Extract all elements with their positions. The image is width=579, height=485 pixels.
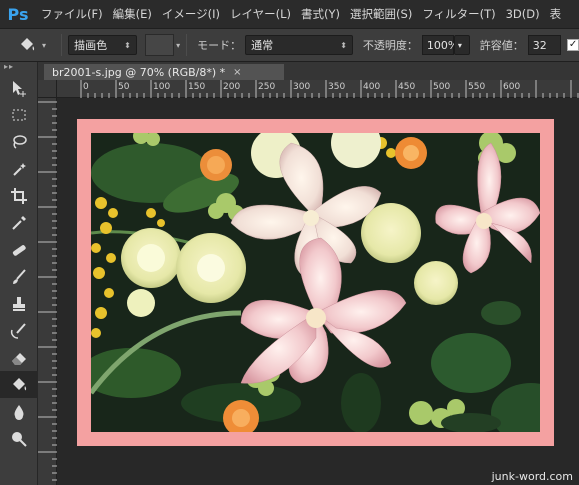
history-brush-tool[interactable] [0,317,38,344]
magic-wand-icon [13,162,26,176]
tool-preset-picker[interactable]: ▾ [18,36,55,54]
menu-3d[interactable]: 3D(D) [501,0,545,28]
blur-tool[interactable] [0,398,38,425]
eyedropper-icon [12,215,26,230]
move-tool[interactable] [0,74,38,101]
healing-tool[interactable] [0,236,38,263]
opacity-slider-toggle[interactable]: ▾ [453,35,470,55]
tolerance-label: 許容値： [479,39,524,52]
vertical-ruler[interactable] [38,98,57,485]
ruler-label: 0 [83,82,89,92]
menu-layer[interactable]: レイヤー(L) [225,0,296,28]
ruler-label: 200 [223,82,241,92]
move-icon [13,80,26,97]
chevron-down-icon: ▾ [457,40,462,50]
pattern-swatch[interactable] [144,34,175,56]
ruler-label: 450 [398,82,416,92]
flower-photo[interactable] [91,133,540,432]
flower-bouquet-image [91,133,540,432]
panel-grip-icon[interactable]: ▸▸ [0,62,37,74]
horizontal-ruler[interactable]: 0 50 100 150 200 250 300 350 400 450 500… [57,80,579,98]
image-border-frame [77,119,554,446]
divider [186,34,188,56]
chevron-down-icon: ▾ [42,40,47,50]
history-brush-icon [10,322,26,339]
blur-icon [14,404,24,420]
document-tab-bar: br2001-s.jpg @ 70% (RGB/8*) * × [38,62,579,80]
ruler-origin[interactable] [38,80,57,98]
eyedropper-tool[interactable] [0,209,38,236]
brush-tool[interactable] [0,263,38,290]
divider [61,34,63,56]
lasso-icon [13,134,27,149]
marquee-tool[interactable] [0,101,38,128]
magic-wand-tool[interactable] [0,155,38,182]
photoshop-window: Ps ファイル(F) 編集(E) イメージ(I) レイヤー(L) 書式(Y) 選… [0,0,579,485]
menu-view[interactable]: 表 [545,0,567,28]
ruler-label: 50 [118,82,130,92]
crop-icon [11,187,27,204]
stamp-tool[interactable] [0,290,38,317]
ps-logo: Ps [7,4,29,24]
tools-panel: ▸▸ [0,62,38,485]
ruler-label: 550 [468,82,486,92]
chevron-down-icon: ⬍ [124,40,131,50]
close-icon[interactable]: × [233,67,241,78]
menu-filter[interactable]: フィルター(T) [417,0,500,28]
opacity-label: 不透明度： [362,39,418,52]
document-tab[interactable]: br2001-s.jpg @ 70% (RGB/8*) * × [44,64,284,80]
menu-bar: Ps ファイル(F) 編集(E) イメージ(I) レイヤー(L) 書式(Y) 選… [0,0,579,28]
healing-icon [12,244,26,256]
ruler-label: 100 [153,82,171,92]
menu-type[interactable]: 書式(Y) [296,0,345,28]
canvas-area[interactable]: junk-word.com [57,98,579,485]
crop-tool[interactable] [0,182,38,209]
lasso-tool[interactable] [0,128,38,155]
paint-bucket-icon [21,38,35,51]
ruler-label: 600 [503,82,521,92]
paint-bucket-tool[interactable] [0,371,38,398]
ruler-label: 300 [293,82,311,92]
options-bar: ▾ 描画色 ⬍ ▾ モード： 通常 ⬍ 不透明度： 100% ▾ 許容値： 32… [0,28,579,62]
dodge-tool[interactable] [0,425,38,452]
chevron-down-icon: ⬍ [340,40,347,50]
mode-label: モード： [197,39,242,52]
paint-bucket-icon [13,377,27,390]
menu-file[interactable]: ファイル(F) [36,0,108,28]
chevron-down-icon[interactable]: ▾ [176,41,180,50]
antialias-checkbox[interactable]: ✓ [567,39,579,51]
fill-source-value: 描画色 [74,39,108,52]
ruler-ticks [38,101,57,481]
menu-select[interactable]: 選択範囲(S) [345,0,417,28]
stamp-icon [13,296,25,311]
brush-icon [13,268,26,284]
tolerance-field[interactable]: 32 [527,35,562,55]
ruler-label: 350 [328,82,346,92]
eraser-icon [12,352,26,365]
ruler-label: 250 [258,82,276,92]
ruler-label: 500 [433,82,451,92]
ruler-ticks [80,80,579,98]
document-tab-title: br2001-s.jpg @ 70% (RGB/8*) * [52,65,226,79]
dodge-icon [12,431,27,447]
marquee-icon [12,109,26,120]
menu-image[interactable]: イメージ(I) [157,0,225,28]
menu-edit[interactable]: 編集(E) [108,0,157,28]
eraser-tool[interactable] [0,344,38,371]
fill-source-select[interactable]: 描画色 ⬍ [68,35,137,55]
ruler-label: 400 [363,82,381,92]
watermark-text: junk-word.com [491,470,573,483]
mode-select[interactable]: 通常 ⬍ [245,35,353,55]
opacity-field[interactable]: 100% [421,35,458,55]
mode-value: 通常 [251,39,274,52]
ruler-label: 150 [188,82,206,92]
